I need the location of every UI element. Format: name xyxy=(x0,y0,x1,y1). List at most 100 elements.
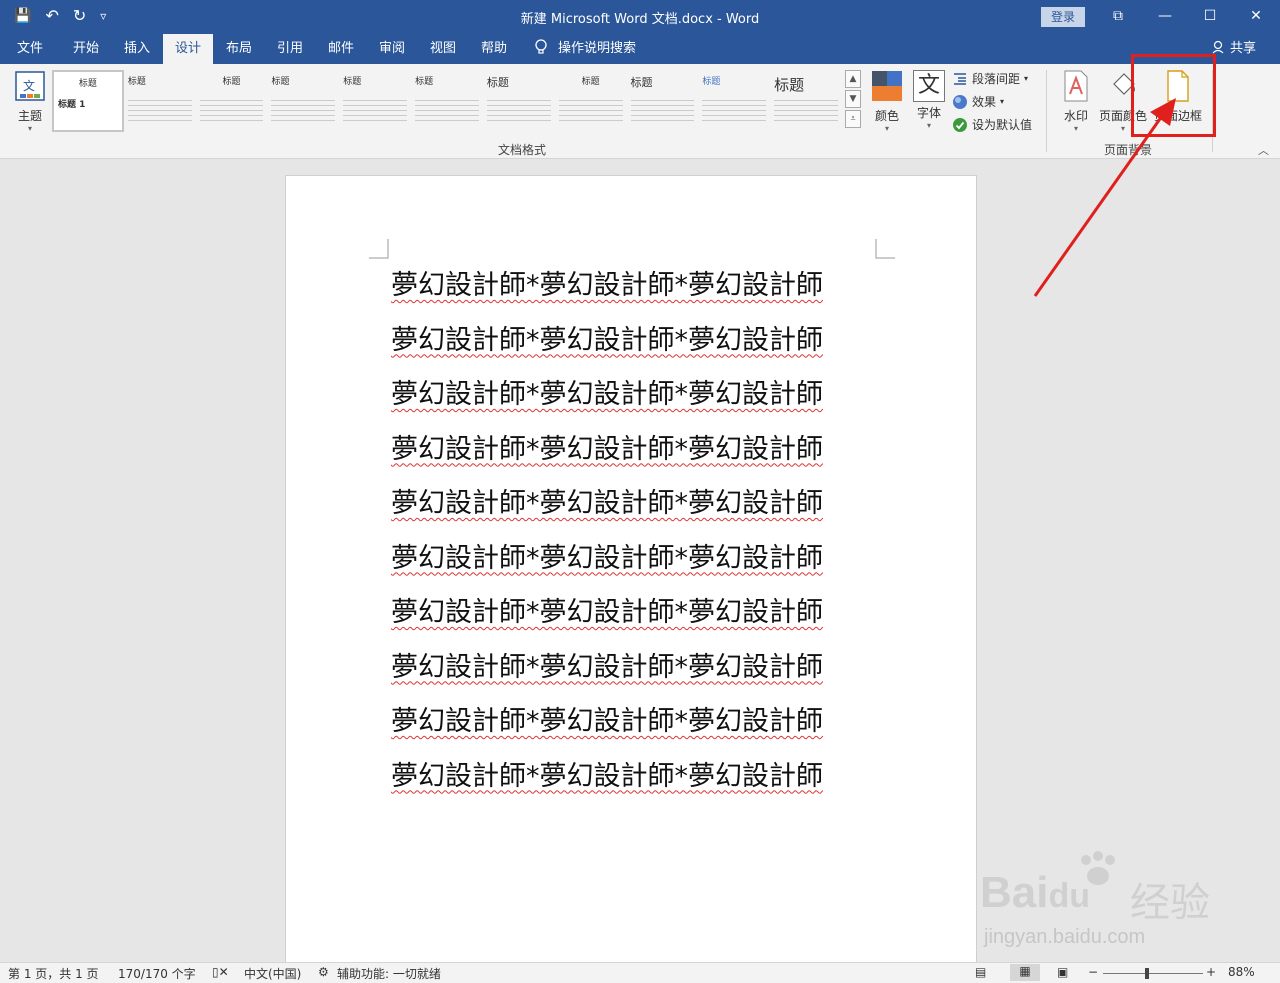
share-button[interactable]: 共享 xyxy=(1212,34,1256,64)
tab-layout[interactable]: 布局 xyxy=(216,34,262,64)
ribbon-display-options-icon[interactable]: ⧉ xyxy=(1098,4,1138,28)
style-preview-lines xyxy=(271,100,336,124)
document-line[interactable]: 夢幻設計師*夢幻設計師*夢幻設計師 xyxy=(391,539,823,594)
accessibility-icon: ⚙ xyxy=(318,965,329,979)
effects-button[interactable]: 效果 ▾ xyxy=(952,93,1004,110)
style-set-title: 标题 xyxy=(271,77,290,87)
tab-mailings[interactable]: 邮件 xyxy=(318,34,364,64)
tab-home[interactable]: 开始 xyxy=(62,34,110,64)
style-preview-lines xyxy=(199,100,264,124)
colors-dropdown-icon: ▾ xyxy=(884,124,889,133)
themes-button[interactable]: 文 主题 ▾ xyxy=(10,70,50,140)
style-set-title: 标题 xyxy=(127,77,146,87)
proofing-icon[interactable]: ▯✕ xyxy=(212,965,229,979)
style-set-title: 标题 xyxy=(78,79,97,89)
zoom-slider-track[interactable] xyxy=(1103,973,1203,974)
document-line[interactable]: 夢幻設計師*夢幻設計師*夢幻設計師 xyxy=(391,375,823,430)
checkmark-icon xyxy=(953,117,967,132)
style-set-title: 标题 xyxy=(343,77,362,87)
language-indicator[interactable]: 中文(中国) xyxy=(244,965,301,982)
fonts-button[interactable]: 文 字体 ▾ xyxy=(912,70,946,140)
effects-icon xyxy=(953,94,967,109)
collapse-ribbon-icon[interactable]: ︿ xyxy=(1258,142,1269,158)
zoom-in-button[interactable]: + xyxy=(1206,965,1216,979)
tab-file[interactable]: 文件 xyxy=(8,34,52,64)
colors-icon xyxy=(872,71,902,101)
zoom-level[interactable]: 88% xyxy=(1228,965,1255,979)
accessibility-status[interactable]: 辅助功能: 一切就绪 xyxy=(337,965,441,982)
lightbulb-icon xyxy=(535,39,547,54)
set-as-default-button[interactable]: 设为默认值 xyxy=(952,116,1032,133)
document-line[interactable]: 夢幻設計師*夢幻設計師*夢幻設計師 xyxy=(391,757,823,812)
style-set-title: 标题 xyxy=(630,76,653,89)
print-layout-icon[interactable]: ▦ xyxy=(1010,964,1040,981)
watermark-label: 水印 xyxy=(1063,109,1088,123)
close-button[interactable]: ✕ xyxy=(1236,4,1276,28)
document-line[interactable]: 夢幻設計師*夢幻設計師*夢幻設計師 xyxy=(391,430,823,485)
style-set-item[interactable]: 标题 xyxy=(196,70,268,132)
fonts-label: 字体 xyxy=(916,106,941,120)
document-line[interactable]: 夢幻設計師*夢幻設計師*夢幻設計師 xyxy=(391,702,823,757)
style-set-item[interactable]: 标题 xyxy=(555,70,627,132)
tab-design[interactable]: 设计 xyxy=(163,34,213,64)
watermark-button[interactable]: 水印 ▾ xyxy=(1060,70,1092,140)
effects-label: 效果 xyxy=(972,95,997,109)
maximize-button[interactable]: ☐ xyxy=(1190,4,1230,28)
document-body[interactable]: 夢幻設計師*夢幻設計師*夢幻設計師 夢幻設計師*夢幻設計師*夢幻設計師 夢幻設計… xyxy=(391,266,823,811)
style-set-item[interactable]: 标题 xyxy=(339,70,411,132)
document-page[interactable]: 夢幻設計師*夢幻設計師*夢幻設計師 夢幻設計師*夢幻設計師*夢幻設計師 夢幻設計… xyxy=(285,175,977,965)
style-preview-lines xyxy=(486,100,551,124)
fonts-icon: 文 xyxy=(913,70,945,102)
crop-mark xyxy=(875,239,895,259)
login-button[interactable]: 登录 xyxy=(1041,7,1085,27)
share-label: 共享 xyxy=(1230,41,1257,56)
gallery-scroll-down-icon[interactable]: ▼ xyxy=(845,90,861,108)
zoom-out-button[interactable]: − xyxy=(1088,965,1098,979)
style-set-item[interactable]: 标题 xyxy=(124,70,196,132)
status-bar: 第 1 页，共 1 页 170/170 个字 ▯✕ 中文(中国) ⚙ 辅助功能:… xyxy=(0,962,1280,983)
style-set-item[interactable]: 标题 xyxy=(267,70,339,132)
word-count[interactable]: 170/170 个字 xyxy=(118,965,196,982)
style-preview-lines xyxy=(558,100,623,124)
document-line[interactable]: 夢幻設計師*夢幻設計師*夢幻設計師 xyxy=(391,484,823,539)
style-preview-lines xyxy=(702,100,767,124)
style-preview-lines xyxy=(343,100,408,124)
gallery-scroll-up-icon[interactable]: ▲ xyxy=(845,70,861,88)
tab-references[interactable]: 引用 xyxy=(267,34,313,64)
style-set-title: 标题 xyxy=(702,77,721,87)
document-line[interactable]: 夢幻設計師*夢幻設計師*夢幻設計師 xyxy=(391,648,823,703)
style-set-title: 标题 xyxy=(415,77,434,87)
themes-label: 主题 xyxy=(17,109,42,123)
set-as-default-label: 设为默认值 xyxy=(972,118,1033,132)
tab-view[interactable]: 视图 xyxy=(420,34,466,64)
tab-insert[interactable]: 插入 xyxy=(114,34,160,64)
style-set-item[interactable]: 标题 标题 1 xyxy=(52,70,124,132)
style-set-title: 标题 xyxy=(222,77,241,87)
share-person-icon xyxy=(1212,40,1224,54)
colors-button[interactable]: 颜色 ▾ xyxy=(868,70,906,140)
style-set-item[interactable]: 标题 xyxy=(770,70,842,132)
paragraph-spacing-button[interactable]: 段落间距 ▾ xyxy=(952,70,1028,87)
tab-review[interactable]: 审阅 xyxy=(369,34,415,64)
document-formatting-group-label: 文档格式 xyxy=(498,143,547,157)
themes-dropdown-icon: ▾ xyxy=(27,124,32,133)
style-set-item[interactable]: 标题 xyxy=(411,70,483,132)
document-line[interactable]: 夢幻設計師*夢幻設計師*夢幻設計師 xyxy=(391,266,823,321)
tell-me-search[interactable]: 操作说明搜索 xyxy=(534,34,636,64)
minimize-button[interactable]: — xyxy=(1145,4,1185,28)
document-line[interactable]: 夢幻設計師*夢幻設計師*夢幻設計師 xyxy=(391,321,823,376)
svg-text:文: 文 xyxy=(23,78,35,93)
style-set-item[interactable]: 标题 xyxy=(698,70,770,132)
page-count[interactable]: 第 1 页，共 1 页 xyxy=(8,965,99,982)
watermark-dropdown-icon: ▾ xyxy=(1073,124,1078,133)
ribbon-tabs: 文件 开始 插入 设计 布局 引用 邮件 审阅 视图 帮助 操作说明搜索 共享 xyxy=(0,34,1280,64)
paragraph-spacing-label: 段落间距 xyxy=(972,72,1021,86)
style-set-item[interactable]: 标题 xyxy=(483,70,555,132)
zoom-slider-handle[interactable] xyxy=(1145,968,1149,979)
document-line[interactable]: 夢幻設計師*夢幻設計師*夢幻設計師 xyxy=(391,593,823,648)
read-mode-icon[interactable]: ▤ xyxy=(975,965,986,979)
web-layout-icon[interactable]: ▣ xyxy=(1057,965,1068,979)
tab-help[interactable]: 帮助 xyxy=(471,34,517,64)
style-set-item[interactable]: 标题 xyxy=(627,70,699,132)
gallery-more-icon[interactable]: ⩡ xyxy=(845,110,861,128)
